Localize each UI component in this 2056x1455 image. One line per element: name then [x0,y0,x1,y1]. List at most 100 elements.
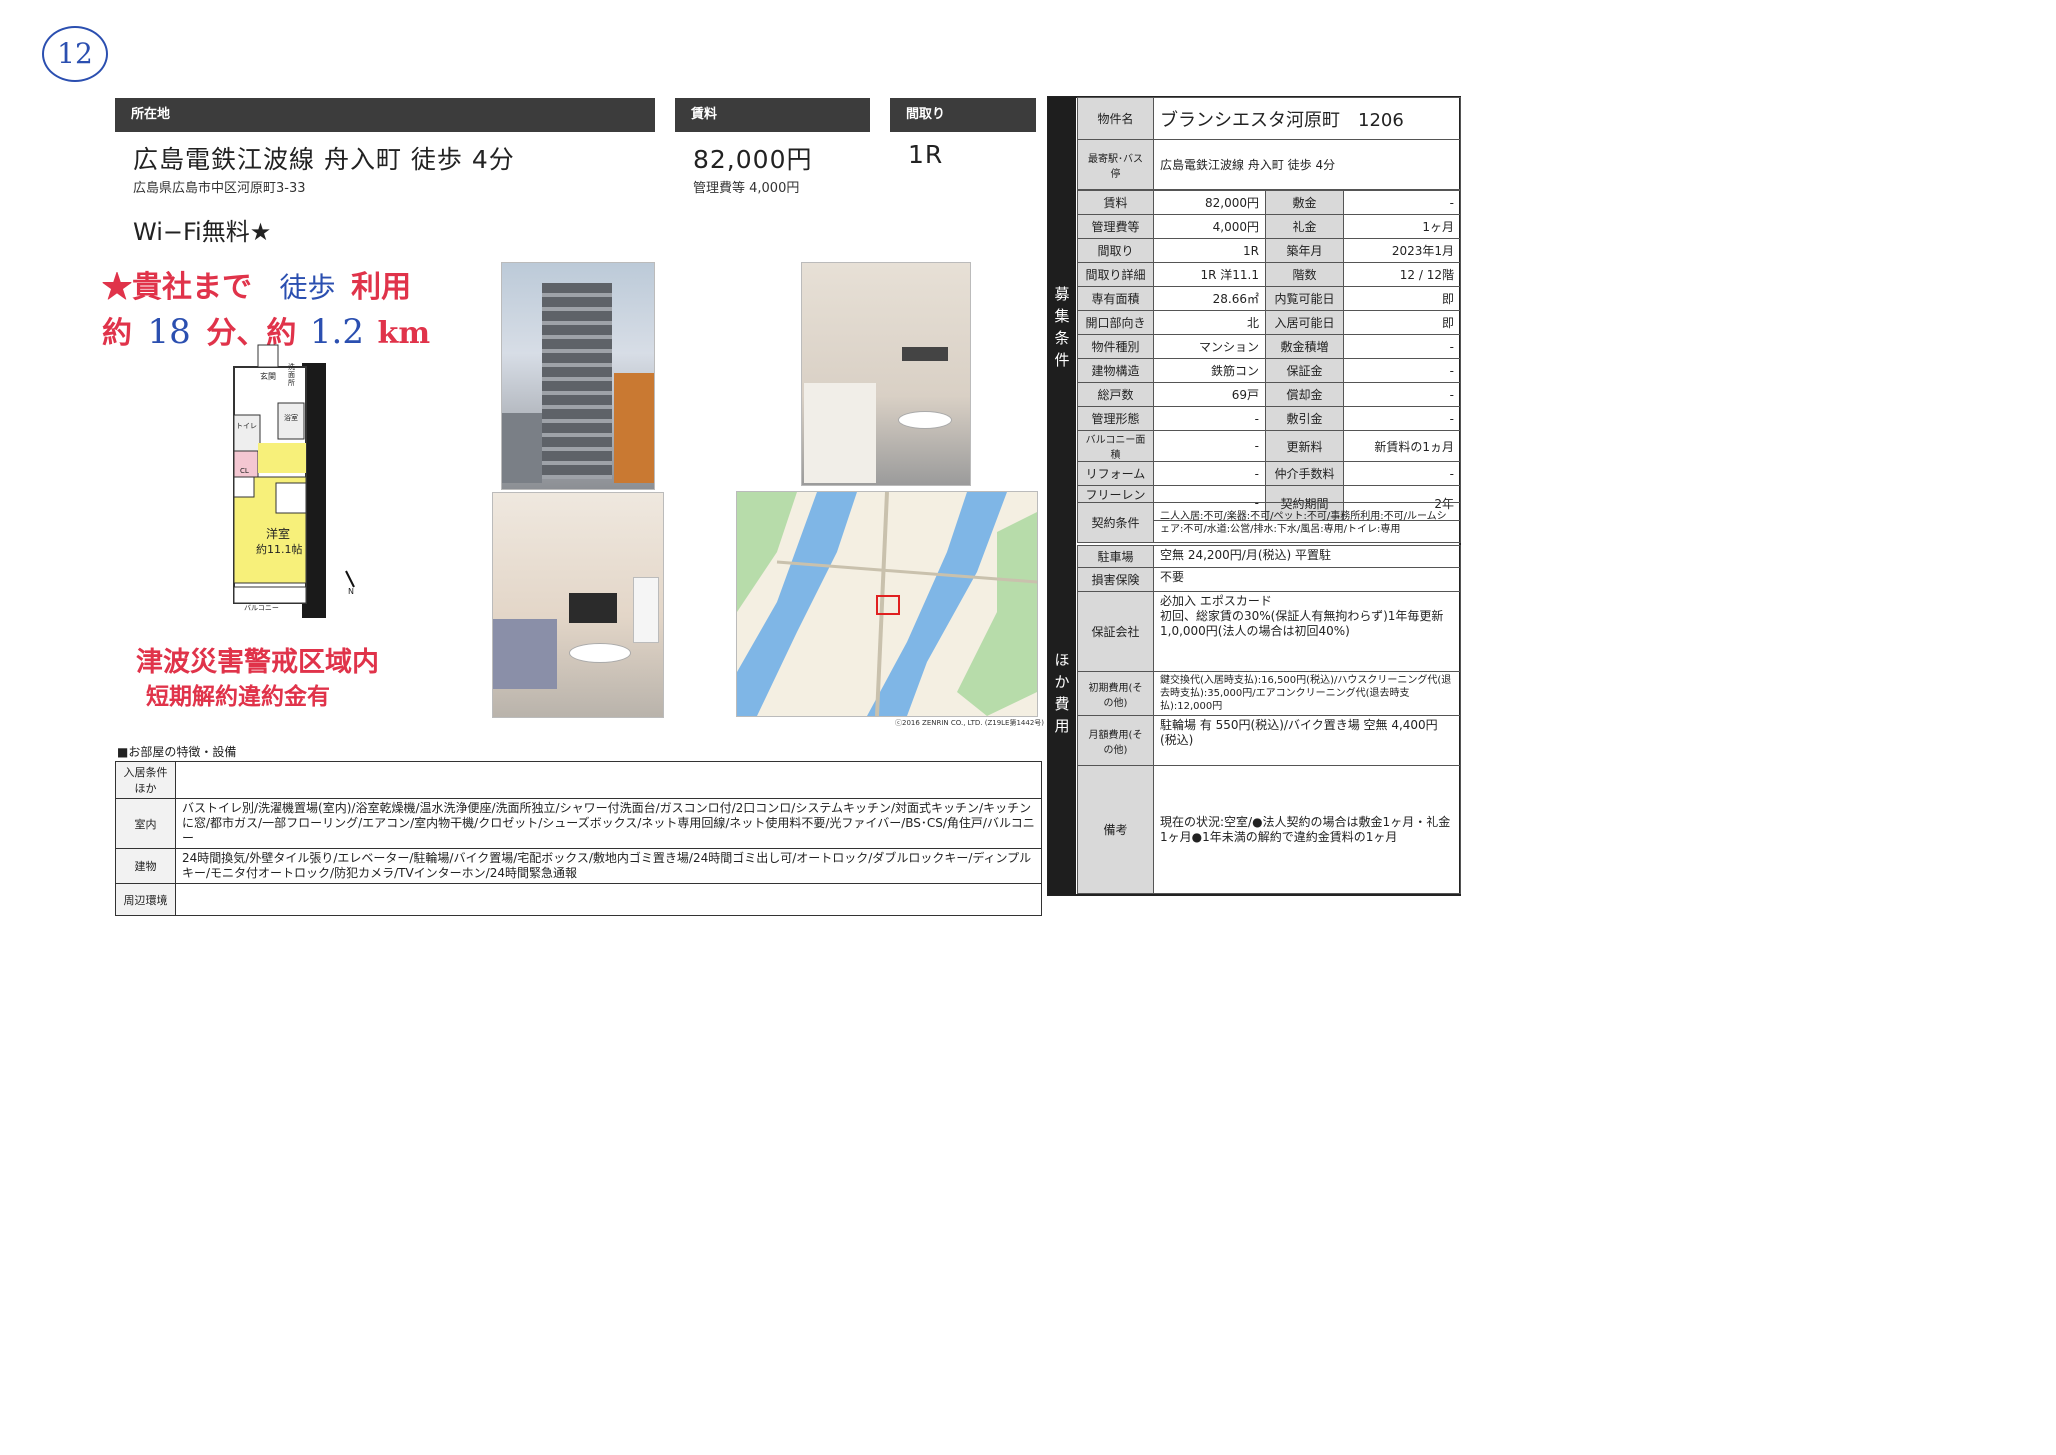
cost-value: 必加入 エポスカード 初回、総家賃の30%(保証人有無拘わらず)1年毎更新1,0… [1153,591,1461,672]
cost-row: 保証会社 必加入 エポスカード 初回、総家賃の30%(保証人有無拘わらず)1年毎更… [1077,591,1461,672]
condition-value: - [1153,406,1266,431]
floor-balcony: バルコニー [244,604,279,612]
layout-value: 1R [908,140,944,169]
condition-row: 物件種別 マンション 敷金積増 - [1077,334,1461,359]
features-table: 入居条件ほか 室内 バストイレ別/洗濯機置場(室内)/浴室乾燥機/温水洗浄便座/洗面… [115,761,1042,916]
condition-label: 間取り詳細 [1077,262,1154,287]
condition-value: 鉄筋コン [1153,358,1266,383]
condition-label: 敷引金 [1265,406,1344,431]
property-name-table: 物件名 ブランシエスタ河原町 1206 最寄駅･バス停 広島電鉄江波線 舟入町 … [1077,97,1461,190]
feature-label: 室内 [115,798,176,849]
floor-bath: 浴室 [284,414,298,422]
condition-label: 礼金 [1265,214,1344,239]
condition-label: 専有面積 [1077,286,1154,311]
condition-label: 物件種別 [1077,334,1154,359]
condition-label: 総戸数 [1077,382,1154,407]
note-line1-a: ★貴社まで [102,270,252,305]
condition-label: 仲介手数料 [1265,461,1344,486]
condition-row: 建物構造 鉄筋コン 保証金 - [1077,358,1461,383]
condition-row: リフォーム - 仲介手数料 - [1077,461,1461,486]
sidebar-other-costs: ほか費用 [1048,543,1076,895]
condition-value: - [1343,190,1461,215]
location-header-label: 所在地 [131,107,171,122]
condition-value: 12 / 12階 [1343,262,1461,287]
condition-value: 28.66㎡ [1153,286,1266,311]
handwritten-number-circle: 12 [42,26,108,82]
condition-label: 階数 [1265,262,1344,287]
condition-label: 内覧可能日 [1265,286,1344,311]
condition-row: 総戸数 69戸 償却金 - [1077,382,1461,407]
condition-value: - [1153,461,1266,486]
condition-value: 1R 洋11.1 [1153,262,1266,287]
property-station: 広島電鉄江波線 舟入町 徒歩 4分 [1153,139,1461,190]
note-line1-b: 徒歩 [279,271,336,304]
condition-value: 即 [1343,310,1461,335]
condition-row: 賃料 82,000円 敷金 - [1077,190,1461,215]
cost-label: 初期費用(その他) [1077,671,1154,716]
sidebar-recruitment-label: 募集条件 [1054,285,1070,369]
condition-row: 専有面積 28.66㎡ 内覧可能日即 [1077,286,1461,311]
wifi-text: Wi−Fi無料★ [133,218,272,246]
condition-row: 管理費等 4,000円 礼金 1ヶ月 [1077,214,1461,239]
cost-value: 現在の状況:空室/●法人契約の場合は敷金1ヶ月・礼金1ヶ月●1年未満の解約で違約… [1153,765,1461,894]
floor-genkan: 玄関 [260,372,276,381]
condition-row: 管理形態 - 敷引金 - [1077,406,1461,431]
condition-label: 賃料 [1077,190,1154,215]
condition-value: 1ヶ月 [1343,214,1461,239]
features-title: ■お部屋の特徴・設備 [117,745,237,759]
feature-value: 24時間換気/外壁タイル張り/エレベーター/駐輪場/バイク置場/宅配ボックス/敷… [175,848,1042,884]
condition-value: - [1153,430,1266,462]
mgmt-fee: 管理費等 4,000円 [693,181,800,196]
access-text: 広島電鉄江波線 舟入町 徒歩 4分 [133,145,515,174]
condition-value: 4,000円 [1153,214,1266,239]
condition-label: 管理形態 [1077,406,1154,431]
contract-label: 契約条件 [1077,502,1154,543]
condition-value: 82,000円 [1153,190,1266,215]
cost-label: 損害保険 [1077,567,1154,592]
cost-row: 初期費用(その他) 鍵交換代(入居時支払):16,500円(税込)/ハウスクリーニ… [1077,671,1461,716]
condition-row: 間取り詳細 1R 洋11.1 階数 12 / 12階 [1077,262,1461,287]
property-station-row: 最寄駅･バス停 広島電鉄江波線 舟入町 徒歩 4分 [1077,139,1461,190]
property-name-row: 物件名 ブランシエスタ河原町 1206 [1077,97,1461,140]
cost-value: 鍵交換代(入居時支払):16,500円(税込)/ハウスクリーニング代(退去時支払… [1153,671,1461,716]
rent-header-label: 賃料 [691,107,718,122]
cost-value: 駐輪場 有 550円(税込)/バイク置き場 空無 4,400円(税込) [1153,715,1461,766]
handwritten-note: ★貴社まで 徒歩 利用 約 18 分、約 1.2 km [102,262,432,352]
contract-table: 契約条件 二人入居:不可/楽器:不可/ペット:不可/事務所利用:不可/ルームシェ… [1077,502,1461,543]
tsunami-warning: 津波災害警戒区域内 [136,647,379,678]
location-header: 所在地 [115,98,655,132]
condition-value: 即 [1343,286,1461,311]
living-room-photo-2 [492,492,664,718]
cost-row: 月額費用(その他) 駐輪場 有 550円(税込)/バイク置き場 空無 4,400円… [1077,715,1461,766]
condition-value: - [1343,406,1461,431]
note-line2-e: km [377,316,431,351]
rent-amount: 82,000円 [693,145,813,174]
condition-value: - [1343,382,1461,407]
feature-value: バストイレ別/洗濯機置場(室内)/浴室乾燥機/温水洗浄便座/洗面所独立/シャワー… [175,798,1042,849]
cost-label: 保証会社 [1077,591,1154,672]
condition-label: 管理費等 [1077,214,1154,239]
handwritten-number: 12 [57,37,93,70]
cost-label: 備考 [1077,765,1154,894]
floor-cl: CL [240,467,249,475]
contract-value: 二人入居:不可/楽器:不可/ペット:不可/事務所利用:不可/ルームシェア:不可/… [1153,502,1461,543]
address-text: 広島県広島市中区河原町3-33 [133,181,306,196]
floor-toilet: トイレ [236,422,257,430]
cost-value: 不要 [1153,567,1461,592]
note-line2-a: 約 [102,316,132,351]
living-room-photo-1 [801,262,971,486]
feature-label: 建物 [115,848,176,884]
building-photo [501,262,655,490]
floor-washroom: 洗面所 [288,363,295,387]
condition-row: 開口部向き北入居可能日即 [1077,310,1461,335]
sidebar-recruitment: 募集条件 [1048,97,1076,543]
area-map [736,491,1038,717]
condition-value: 1R [1153,238,1266,263]
short-term-penalty: 短期解約違約金有 [146,683,330,710]
condition-label: 開口部向き [1077,310,1154,335]
cost-value: 空無 24,200円/月(税込) 平置駐 [1153,545,1461,568]
floor-north: N [348,587,354,596]
feature-row: 室内 バストイレ別/洗濯機置場(室内)/浴室乾燥機/温水洗浄便座/洗面所独立/シャ… [115,798,1042,849]
cost-label: 駐車場 [1077,545,1154,568]
floor-room: 洋室 [266,527,291,541]
